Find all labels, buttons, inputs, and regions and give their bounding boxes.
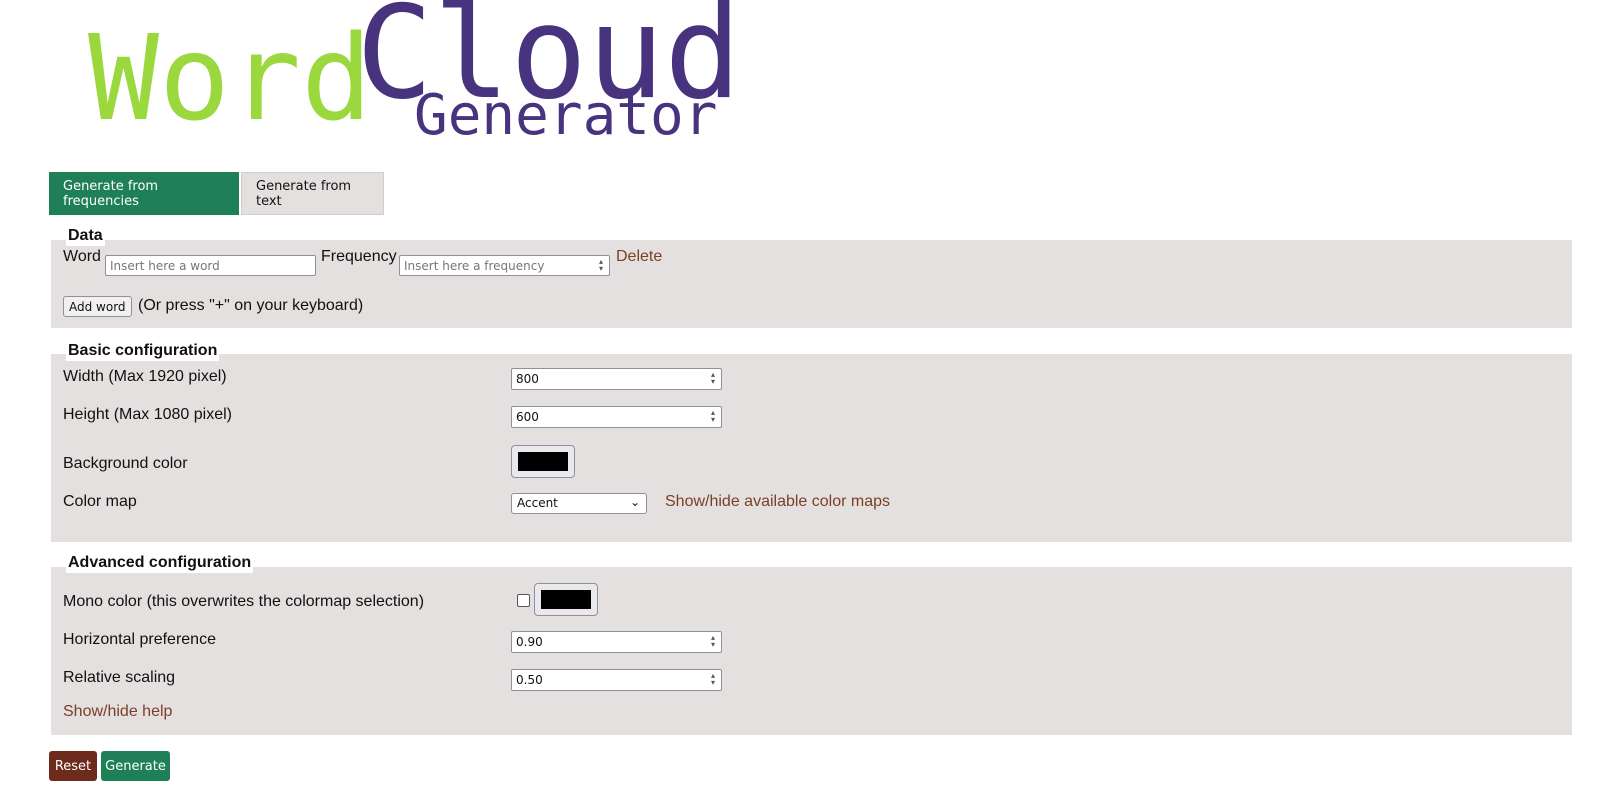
height-field: ▴▾ <box>511 406 722 428</box>
data-section: Data Word Frequency ▴▾ Delete Add word (… <box>51 226 1572 328</box>
width-input[interactable] <box>511 368 722 390</box>
frequency-field: ▴▾ <box>399 255 610 276</box>
generate-button[interactable]: Generate <box>101 751 170 781</box>
background-color-swatch <box>518 452 568 471</box>
horizontal-spin-icon[interactable]: ▴ ▾ <box>708 634 718 649</box>
frequency-label: Frequency <box>321 248 397 265</box>
tab-generate-from-text[interactable]: Generate from text <box>241 172 384 215</box>
color-maps-toggle-link[interactable]: Show/hide available color maps <box>665 493 890 511</box>
width-field: ▴▾ <box>511 368 722 390</box>
background-color-label: Background color <box>63 455 188 472</box>
mode-tabs: Generate from frequencies Generate from … <box>49 172 384 215</box>
reset-button[interactable]: Reset <box>49 751 97 781</box>
height-label: Height (Max 1080 pixel) <box>63 406 232 423</box>
mono-color-swatch <box>541 590 591 609</box>
height-spin-icon[interactable]: ▴ ▾ <box>708 409 718 424</box>
mono-color-checkbox[interactable] <box>517 594 530 607</box>
horizontal-preference-input[interactable] <box>511 631 722 653</box>
help-toggle-link[interactable]: Show/hide help <box>63 703 172 721</box>
add-word-hint: (Or press "+" on your keyboard) <box>138 297 364 314</box>
relative-spin-icon[interactable]: ▴ ▾ <box>708 672 718 687</box>
relative-scaling-label: Relative scaling <box>63 669 176 686</box>
add-word-button[interactable]: Add word <box>63 296 132 317</box>
color-map-selected: Accent <box>517 496 558 510</box>
mono-color-picker[interactable] <box>534 583 598 616</box>
width-spin-icon[interactable]: ▴ ▾ <box>708 371 718 386</box>
delete-link[interactable]: Delete <box>616 248 662 266</box>
color-map-label: Color map <box>63 493 137 510</box>
basic-config-legend: Basic configuration <box>66 341 220 361</box>
relative-scaling-input[interactable] <box>511 669 722 691</box>
data-legend: Data <box>66 226 105 246</box>
app-logo: Word Cloud Generator <box>0 0 760 150</box>
logo-word: Word <box>88 9 373 147</box>
mono-color-label: Mono color (this overwrites the colormap… <box>63 593 425 610</box>
tab-generate-from-frequencies[interactable]: Generate from frequencies <box>49 172 239 215</box>
logo-generator: Generator <box>414 83 718 148</box>
horizontal-preference-field: ▴▾ <box>511 631 722 653</box>
horizontal-preference-label: Horizontal preference <box>63 631 216 648</box>
frequency-input[interactable] <box>399 255 610 276</box>
frequency-spin-icon[interactable]: ▴ ▾ <box>596 258 606 273</box>
advanced-config-section: Advanced configuration Mono color (this … <box>51 553 1572 735</box>
width-label: Width (Max 1920 pixel) <box>63 368 227 385</box>
basic-config-section: Basic configuration Width (Max 1920 pixe… <box>51 341 1572 542</box>
chevron-down-icon: ⌄ <box>629 495 640 509</box>
color-map-select[interactable]: Accent ⌄ <box>511 493 647 514</box>
relative-scaling-field: ▴▾ <box>511 669 722 691</box>
background-color-picker[interactable] <box>511 445 575 478</box>
word-label: Word <box>63 248 101 265</box>
height-input[interactable] <box>511 406 722 428</box>
word-input[interactable] <box>105 255 316 276</box>
advanced-config-legend: Advanced configuration <box>66 553 254 573</box>
